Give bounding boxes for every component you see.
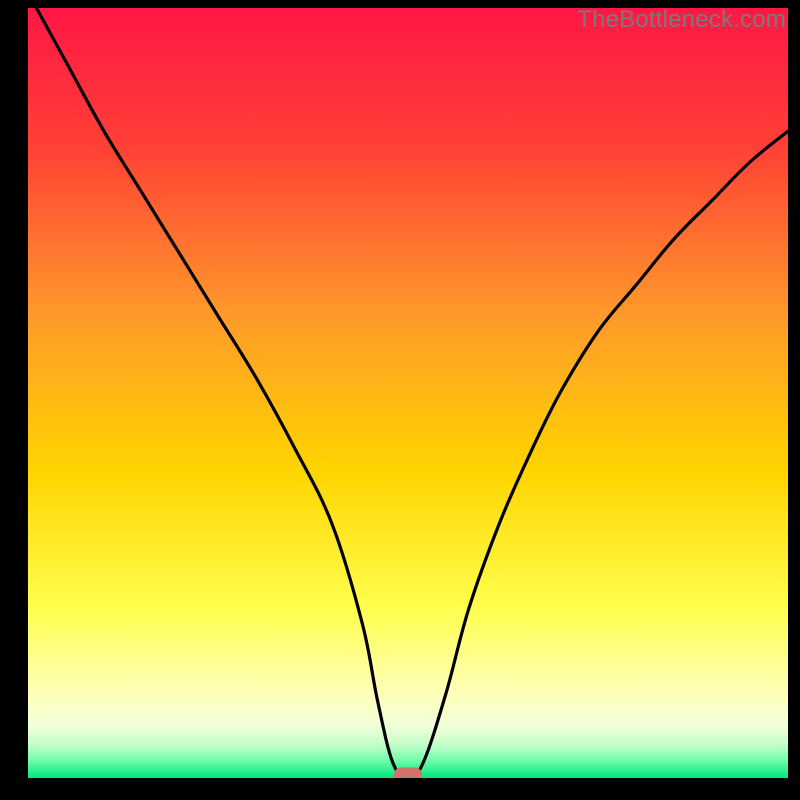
bottleneck-plot [28,8,788,778]
attribution-text: TheBottleneck.com [577,6,786,34]
minimum-marker [394,768,422,779]
gradient-background [28,8,788,778]
chart-stage: TheBottleneck.com [0,0,800,800]
